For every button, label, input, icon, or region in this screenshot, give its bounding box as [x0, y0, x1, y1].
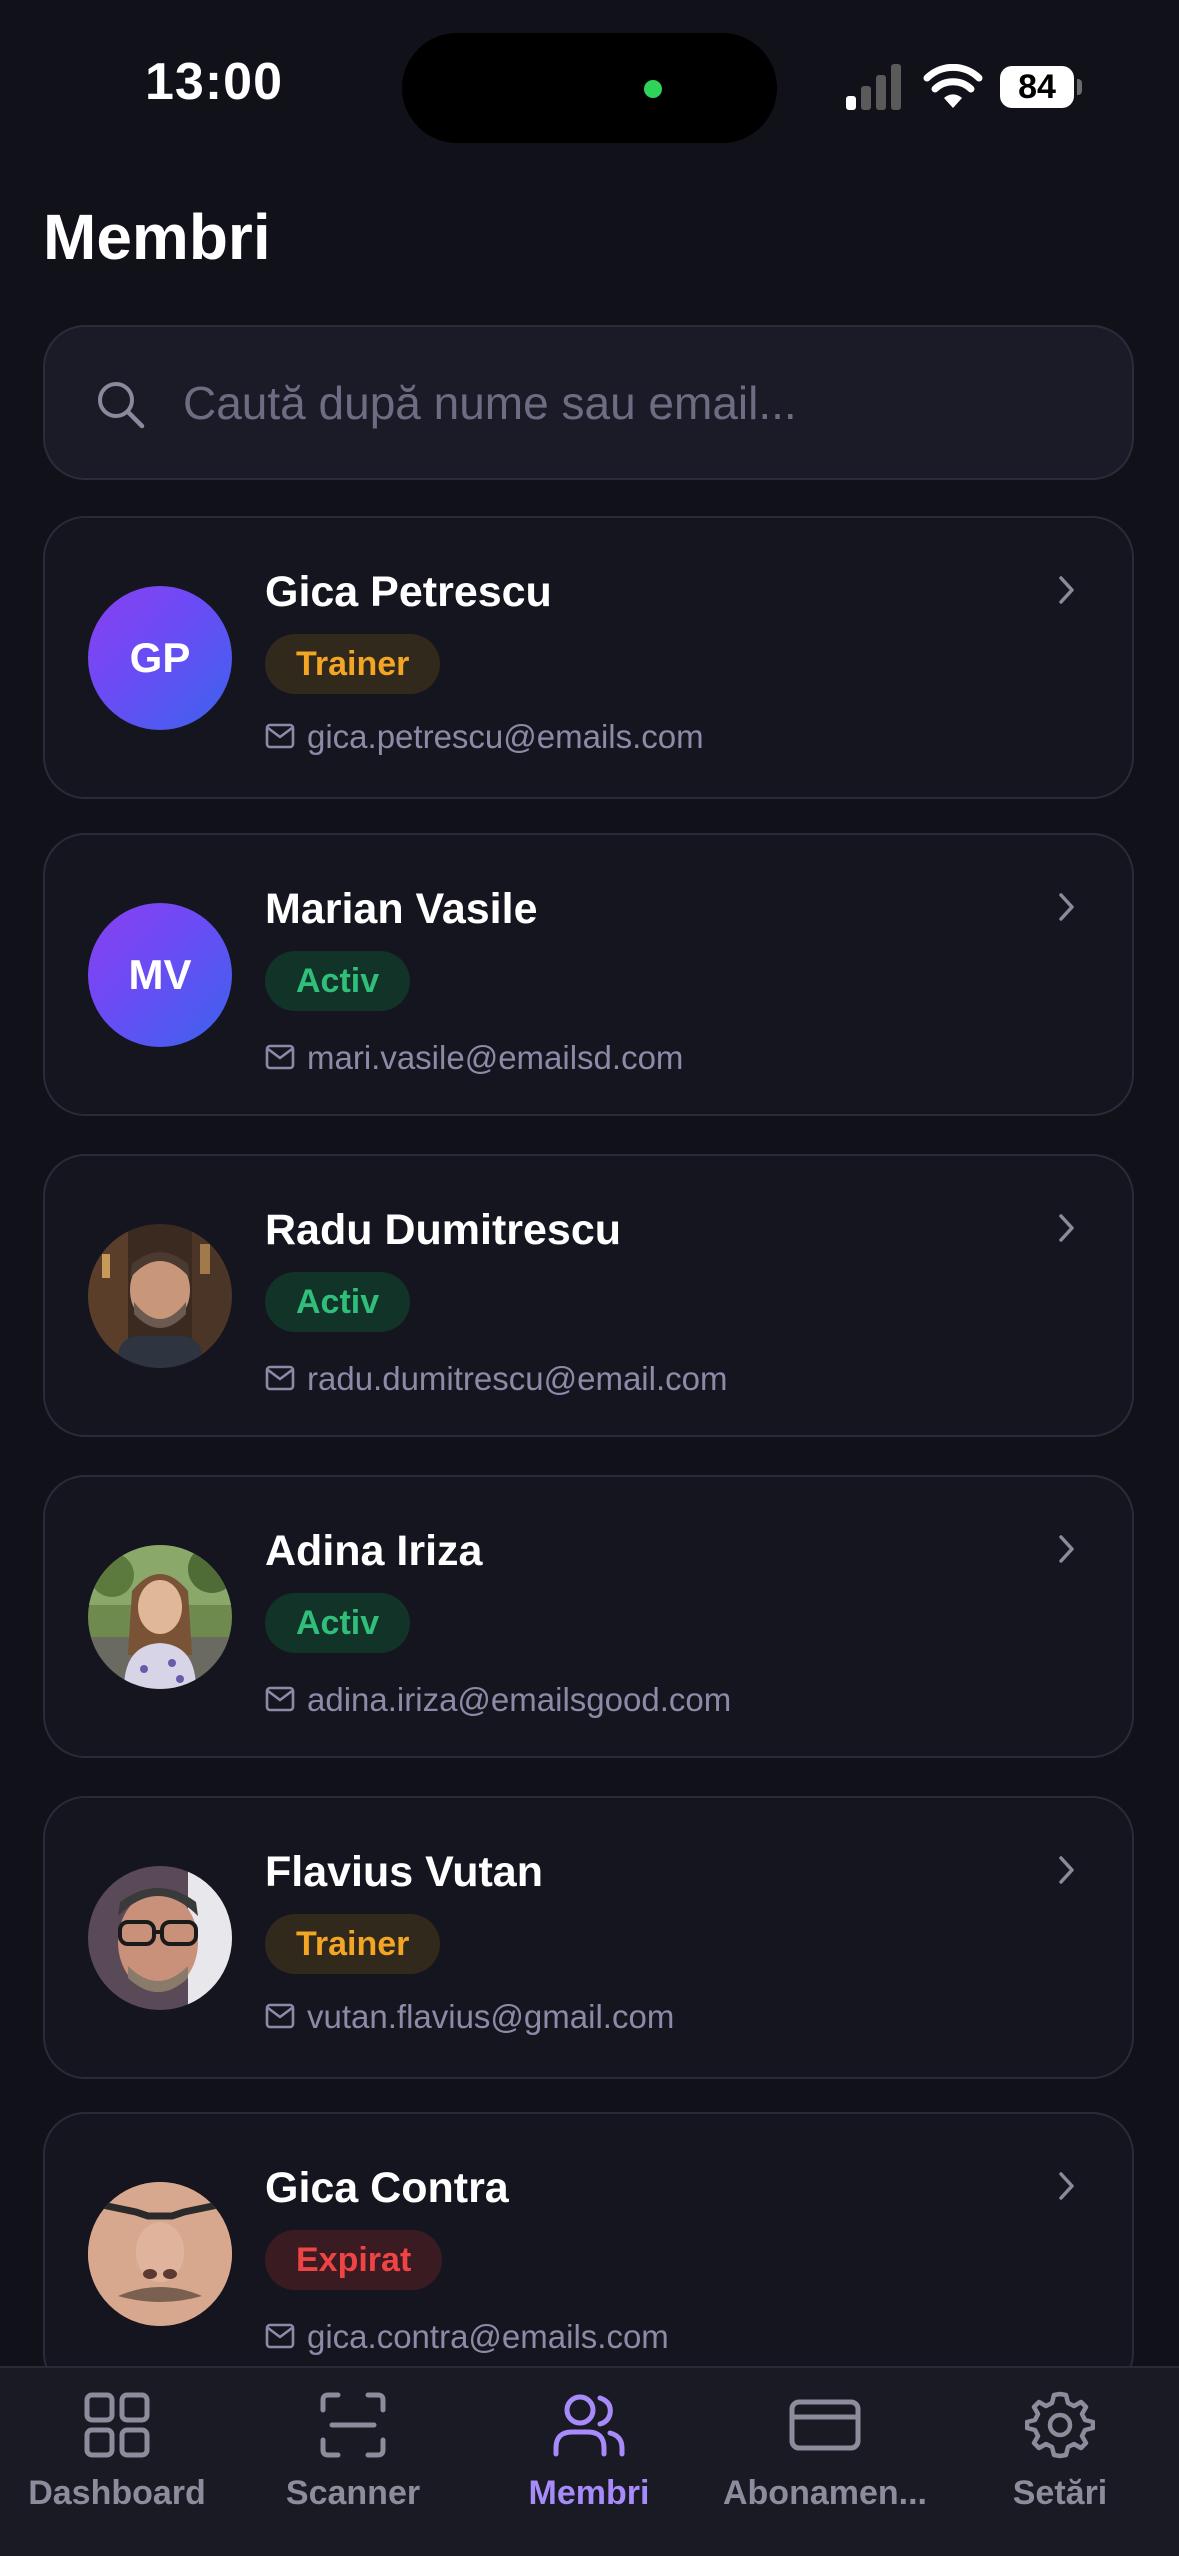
tab-label: Setări: [1012, 2474, 1108, 2512]
avatar-photo-icon: [88, 1866, 232, 2010]
status-badge: Trainer: [265, 634, 441, 694]
tab-scanner[interactable]: Scanner: [243, 2390, 463, 2520]
search-input[interactable]: [183, 327, 1083, 478]
member-name: Radu Dumitrescu: [265, 1206, 622, 1254]
chevron-right-icon: [1059, 1535, 1074, 1563]
wifi-icon: [923, 64, 983, 108]
tab-dashboard[interactable]: Dashboard: [7, 2390, 227, 2520]
status-badge: Activ: [265, 951, 411, 1011]
member-name: Gica Contra: [265, 2164, 509, 2212]
status-badge: Activ: [265, 1593, 411, 1653]
mail-icon: [265, 2323, 295, 2349]
cellular-signal-icon: [846, 64, 901, 110]
status-badge: Expirat: [265, 2230, 443, 2290]
status-time: 13:00: [145, 53, 283, 111]
search-icon: [98, 382, 145, 429]
avatar-photo-icon: [88, 1224, 232, 1368]
member-email: adina.iriza@emailsgood.com: [307, 1681, 732, 1718]
member-name: Gica Petrescu: [265, 568, 552, 616]
status-badge: Trainer: [265, 1914, 441, 1974]
member-email: mari.vasile@emailsd.com: [307, 1039, 684, 1076]
avatar-photo-icon: [88, 2182, 232, 2326]
dynamic-island: [402, 33, 777, 143]
chevron-right-icon: [1059, 2172, 1074, 2200]
chevron-right-icon: [1059, 1856, 1074, 1884]
avatar: GP: [88, 586, 232, 730]
chevron-right-icon: [1059, 1214, 1074, 1242]
member-email: radu.dumitrescu@email.com: [307, 1360, 728, 1397]
status-bar: 13:00 84: [0, 0, 1179, 175]
tab-bar: Dashboard Scanner Membri Abonamen... Set…: [0, 2366, 1179, 2556]
tab-label: Dashboard: [28, 2474, 206, 2512]
member-name: Flavius Vutan: [265, 1848, 543, 1896]
member-card[interactable]: Adina Iriza Activ adina.iriza@emailsgood…: [43, 1475, 1134, 1758]
mail-icon: [265, 2003, 295, 2029]
member-email: gica.contra@emails.com: [307, 2318, 669, 2355]
avatar: [88, 1545, 232, 1689]
gear-icon: [1025, 2391, 1095, 2459]
member-card[interactable]: Radu Dumitrescu Activ radu.dumitrescu@em…: [43, 1154, 1134, 1437]
dashboard-grid-icon: [84, 2392, 150, 2458]
chevron-right-icon: [1059, 893, 1074, 921]
avatar: [88, 2182, 232, 2326]
tab-label: Scanner: [285, 2474, 421, 2512]
member-name: Adina Iriza: [265, 1527, 483, 1575]
users-icon: [553, 2394, 625, 2457]
mail-icon: [265, 1686, 295, 1712]
tab-label: Abonamen...: [722, 2474, 928, 2512]
page-title: Membri: [43, 201, 271, 273]
camera-indicator-icon: [644, 80, 662, 98]
member-name: Marian Vasile: [265, 885, 538, 933]
battery-level: 84: [1018, 68, 1056, 106]
tab-setari[interactable]: Setări: [950, 2390, 1170, 2520]
mail-icon: [265, 1044, 295, 1070]
avatar: [88, 1224, 232, 1368]
member-email: gica.petrescu@emails.com: [307, 718, 704, 755]
scanner-icon: [320, 2392, 386, 2458]
avatar-photo-icon: [88, 1545, 232, 1689]
member-email: vutan.flavius@gmail.com: [307, 1998, 675, 2035]
search-bar[interactable]: [43, 325, 1134, 480]
member-card[interactable]: Flavius Vutan Trainer vutan.flavius@gmai…: [43, 1796, 1134, 2079]
status-badge: Activ: [265, 1272, 411, 1332]
mail-icon: [265, 723, 295, 749]
member-card[interactable]: MV Marian Vasile Activ mari.vasile@email…: [43, 833, 1134, 1116]
avatar: MV: [88, 903, 232, 1047]
chevron-right-icon: [1059, 576, 1074, 604]
avatar: [88, 1866, 232, 2010]
credit-card-icon: [789, 2399, 861, 2451]
member-card[interactable]: Gica Contra Expirat gica.contra@emails.c…: [43, 2112, 1134, 2395]
tab-membri[interactable]: Membri: [479, 2390, 699, 2520]
battery-indicator: 84: [1000, 66, 1082, 108]
tab-label: Membri: [528, 2474, 650, 2512]
tab-abonamente[interactable]: Abonamen...: [715, 2390, 935, 2520]
mail-icon: [265, 1365, 295, 1391]
member-card[interactable]: GP Gica Petrescu Trainer gica.petrescu@e…: [43, 516, 1134, 799]
